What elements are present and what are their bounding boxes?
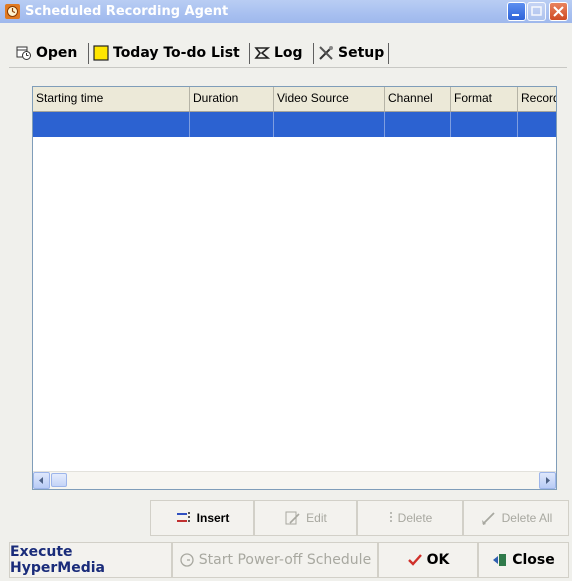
table-cell: [274, 112, 385, 137]
edit-icon: [284, 510, 302, 526]
execute-hypermedia-label: Execute HyperMedia: [10, 544, 105, 576]
table-header: Starting time Duration Video Source Chan…: [33, 87, 556, 112]
column-header-format[interactable]: Format: [451, 87, 518, 111]
ok-button[interactable]: OK: [378, 542, 478, 578]
power-clock-icon: [179, 552, 195, 568]
tools-icon: [318, 45, 334, 61]
insert-icon: [175, 510, 193, 526]
arrow-left-icon: [39, 477, 43, 484]
tab-today-todo-label: Today To-do List: [113, 45, 240, 61]
tab-separator: [249, 43, 250, 64]
table-cell: [190, 112, 274, 137]
edit-label: Edit: [306, 511, 327, 525]
clock-app-icon: [5, 4, 20, 19]
column-header-channel[interactable]: Channel: [385, 87, 451, 111]
schedule-table[interactable]: Starting time Duration Video Source Chan…: [32, 86, 557, 490]
scroll-thumb[interactable]: [51, 473, 67, 487]
delete-all-button[interactable]: Delete All: [463, 500, 569, 536]
tab-setup[interactable]: Setup: [318, 40, 384, 66]
tab-open-label: Open: [36, 45, 78, 61]
tab-log-label: Log: [274, 45, 303, 61]
minimize-button[interactable]: [507, 2, 526, 21]
delete-all-label: Delete All: [501, 511, 553, 525]
open-schedule-icon: [16, 45, 32, 61]
tab-strip: Open Today To-do List Log Setup: [12, 40, 392, 66]
title-bar[interactable]: Scheduled Recording Agent: [0, 0, 572, 23]
column-header-record[interactable]: Record: [518, 87, 556, 111]
delete-all-icon: [480, 510, 498, 526]
tab-separator: [388, 43, 389, 64]
yellow-note-icon: [93, 45, 109, 61]
execute-hypermedia-button[interactable]: Execute HyperMedia: [9, 542, 172, 578]
delete-button[interactable]: Delete: [357, 500, 463, 536]
scroll-left-button[interactable]: [33, 472, 50, 489]
tab-today-todo[interactable]: Today To-do List: [93, 40, 240, 66]
close-window-button[interactable]: [549, 2, 568, 21]
horizontal-scrollbar[interactable]: [33, 471, 556, 489]
scroll-right-button[interactable]: [539, 472, 556, 489]
maximize-icon: [531, 6, 542, 16]
table-row-selected[interactable]: [33, 112, 556, 137]
log-icon: [254, 45, 271, 61]
start-poweroff-label: Start Power-off Schedule: [198, 552, 372, 568]
insert-button[interactable]: Insert: [150, 500, 254, 536]
minimize-icon: [512, 14, 519, 16]
column-header-duration[interactable]: Duration: [190, 87, 274, 111]
tab-separator: [88, 43, 89, 64]
table-cell: [385, 112, 451, 137]
column-header-video-source[interactable]: Video Source: [274, 87, 385, 111]
edit-button[interactable]: Edit: [254, 500, 357, 536]
tab-separator: [313, 43, 314, 64]
close-icon: [553, 6, 564, 17]
window-title: Scheduled Recording Agent: [25, 4, 229, 19]
ok-label: OK: [426, 552, 450, 568]
checkmark-icon: [407, 552, 423, 568]
close-button[interactable]: Close: [478, 542, 569, 578]
close-label: Close: [512, 552, 555, 568]
tab-open[interactable]: Open: [16, 40, 77, 66]
delete-icon: [388, 510, 394, 526]
delete-label: Delete: [397, 511, 433, 525]
table-cell: [33, 112, 190, 137]
column-header-starting-time[interactable]: Starting time: [33, 87, 190, 111]
start-poweroff-schedule-button[interactable]: Start Power-off Schedule: [172, 542, 378, 578]
tab-setup-label: Setup: [338, 45, 385, 61]
maximize-button: [527, 2, 546, 21]
exit-door-icon: [492, 552, 508, 568]
tab-log[interactable]: Log: [254, 40, 303, 66]
table-cell: [451, 112, 518, 137]
arrow-right-icon: [546, 477, 550, 484]
insert-label: Insert: [196, 511, 230, 525]
scheduled-recording-window: Scheduled Recording Agent Open Today To-…: [0, 0, 572, 581]
